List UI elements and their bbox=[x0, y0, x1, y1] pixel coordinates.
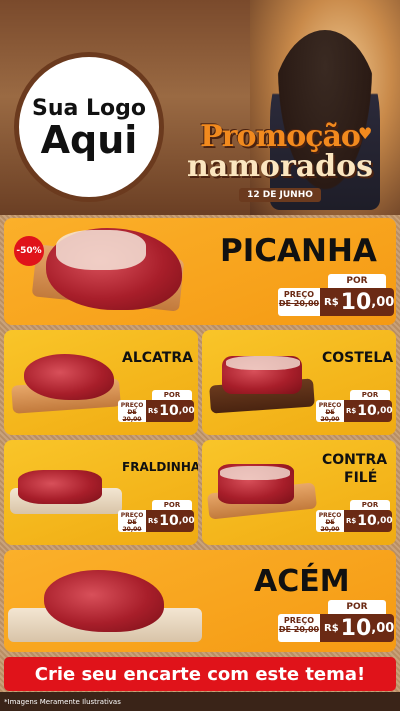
price-label: PREÇO bbox=[120, 512, 144, 519]
price-decimal: ,00 bbox=[376, 516, 393, 526]
price-por-label: POR bbox=[328, 600, 386, 614]
product-card-picanha[interactable]: -50% PICANHA POR PREÇO DE 20,00 R$ 10 ,0… bbox=[4, 218, 396, 325]
fraldinha-image bbox=[18, 470, 102, 504]
heart-icon: ♥ bbox=[358, 124, 373, 143]
price-tag: POR PREÇO DE 20,00 R$ 10 ,00 bbox=[118, 500, 195, 534]
product-card-costela[interactable]: COSTELA POR PREÇO DE 20,00 R$ 10 ,00 bbox=[202, 330, 396, 435]
price-integer: 10 bbox=[357, 403, 377, 419]
logo-placeholder[interactable]: Sua Logo Aqui bbox=[14, 52, 164, 202]
promo-title: Promoção namorados 12 DE JUNHO bbox=[170, 122, 390, 202]
fat-cap bbox=[56, 230, 146, 270]
price-integer: 10 bbox=[340, 615, 372, 641]
price-tag: POR PREÇO DE 20,00 R$ 10 ,00 bbox=[118, 390, 195, 424]
promo-title-word2: namorados bbox=[186, 149, 374, 184]
price-tag: POR PREÇO DE 20,00 R$ 10 ,00 bbox=[316, 500, 393, 534]
price-integer: 10 bbox=[159, 403, 179, 419]
price-por-label: POR bbox=[152, 500, 192, 510]
price-decimal: ,00 bbox=[376, 406, 393, 416]
price-old-box: PREÇO DE 20,00 bbox=[278, 288, 320, 316]
price-decimal: ,00 bbox=[371, 294, 395, 310]
discount-badge: -50% bbox=[14, 236, 44, 266]
price-old-box: PREÇO DE 20,00 bbox=[316, 400, 344, 423]
product-card-acem[interactable]: ACÉM POR PREÇO DE 20,00 R$ 10 ,00 KG bbox=[4, 550, 396, 652]
promo-date: 12 DE JUNHO bbox=[239, 188, 321, 202]
product-name: FRALDINHA bbox=[122, 460, 198, 474]
price-label: PREÇO bbox=[318, 512, 342, 519]
promo-title-word1: Promoção bbox=[200, 119, 361, 154]
old-price: DE 20,00 bbox=[278, 299, 320, 308]
currency-symbol: R$ bbox=[346, 407, 357, 415]
price-old-box: PREÇO DE 20,00 bbox=[118, 510, 146, 533]
price-tag: POR PREÇO DE 20,00 R$ 10 ,00 KG bbox=[278, 600, 396, 642]
product-name: ALCATRA bbox=[122, 350, 193, 366]
currency-symbol: R$ bbox=[148, 517, 159, 525]
current-price-box: R$ 10 ,00 bbox=[344, 510, 393, 532]
current-price-box: R$ 10 ,00 KG bbox=[320, 288, 396, 316]
product-card-fraldinha[interactable]: FRALDINHA POR PREÇO DE 20,00 R$ 10 ,00 bbox=[4, 440, 198, 545]
header-banner: Sua Logo Aqui Promoção namorados 12 DE J… bbox=[0, 0, 400, 215]
price-por-label: POR bbox=[152, 390, 192, 400]
fat-cap bbox=[226, 356, 300, 370]
price-decimal: ,00 bbox=[178, 516, 195, 526]
disclaimer-text: *Imagens Meramente Ilustrativas bbox=[4, 698, 121, 706]
logo-text-line1: Sua Logo bbox=[31, 95, 146, 121]
current-price-box: R$ 10 ,00 bbox=[344, 400, 393, 422]
price-por-label: POR bbox=[350, 500, 390, 510]
current-price-box: R$ 10 ,00 KG bbox=[320, 614, 396, 642]
currency-symbol: R$ bbox=[324, 622, 339, 634]
price-por-label: POR bbox=[350, 390, 390, 400]
product-name: COSTELA bbox=[322, 350, 394, 366]
price-por-label: POR bbox=[328, 274, 386, 288]
price-label: PREÇO bbox=[283, 616, 315, 625]
product-card-alcatra[interactable]: ALCATRA POR PREÇO DE 20,00 R$ 10 ,00 bbox=[4, 330, 198, 435]
product-name-line2: FILÉ bbox=[344, 470, 378, 486]
price-label: PREÇO bbox=[120, 402, 144, 409]
product-name: PICANHA bbox=[220, 233, 377, 269]
price-decimal: ,00 bbox=[178, 406, 195, 416]
price-integer: 10 bbox=[159, 513, 179, 529]
currency-symbol: R$ bbox=[346, 517, 357, 525]
price-old-box: PREÇO DE 20,00 bbox=[118, 400, 146, 423]
fat-cap bbox=[220, 466, 290, 480]
acem-image bbox=[44, 570, 164, 632]
price-unit: KG bbox=[395, 618, 396, 625]
product-name: ACÉM bbox=[254, 564, 350, 599]
old-price: DE 20,00 bbox=[320, 519, 340, 533]
price-unit: KG bbox=[395, 292, 396, 299]
price-label: PREÇO bbox=[283, 290, 315, 299]
price-tag: POR PREÇO DE 20,00 R$ 10 ,00 bbox=[316, 390, 393, 424]
currency-symbol: R$ bbox=[324, 296, 339, 308]
product-name-line1: CONTRA bbox=[322, 452, 388, 468]
create-flyer-button[interactable]: Crie seu encarte com este tema! bbox=[4, 657, 396, 691]
old-price: DE 20,00 bbox=[320, 409, 340, 423]
price-integer: 10 bbox=[357, 513, 377, 529]
old-price: DE 20,00 bbox=[122, 519, 142, 533]
price-tag: POR PREÇO DE 20,00 R$ 10 ,00 KG bbox=[278, 274, 396, 316]
price-old-box: PREÇO DE 20,00 bbox=[316, 510, 344, 533]
price-integer: 10 bbox=[340, 289, 372, 315]
old-price: DE 20,00 bbox=[122, 409, 142, 423]
currency-symbol: R$ bbox=[148, 407, 159, 415]
alcatra-image bbox=[24, 354, 114, 400]
current-price-box: R$ 10 ,00 bbox=[146, 400, 195, 422]
product-card-contra-file[interactable]: CONTRA FILÉ POR PREÇO DE 20,00 R$ 10 ,00 bbox=[202, 440, 396, 545]
old-price: DE 20,00 bbox=[278, 625, 320, 634]
price-decimal: ,00 bbox=[371, 620, 395, 636]
price-old-box: PREÇO DE 20,00 bbox=[278, 614, 320, 642]
logo-text-line2: Aqui bbox=[40, 117, 138, 162]
price-label: PREÇO bbox=[318, 402, 342, 409]
current-price-box: R$ 10 ,00 bbox=[146, 510, 195, 532]
